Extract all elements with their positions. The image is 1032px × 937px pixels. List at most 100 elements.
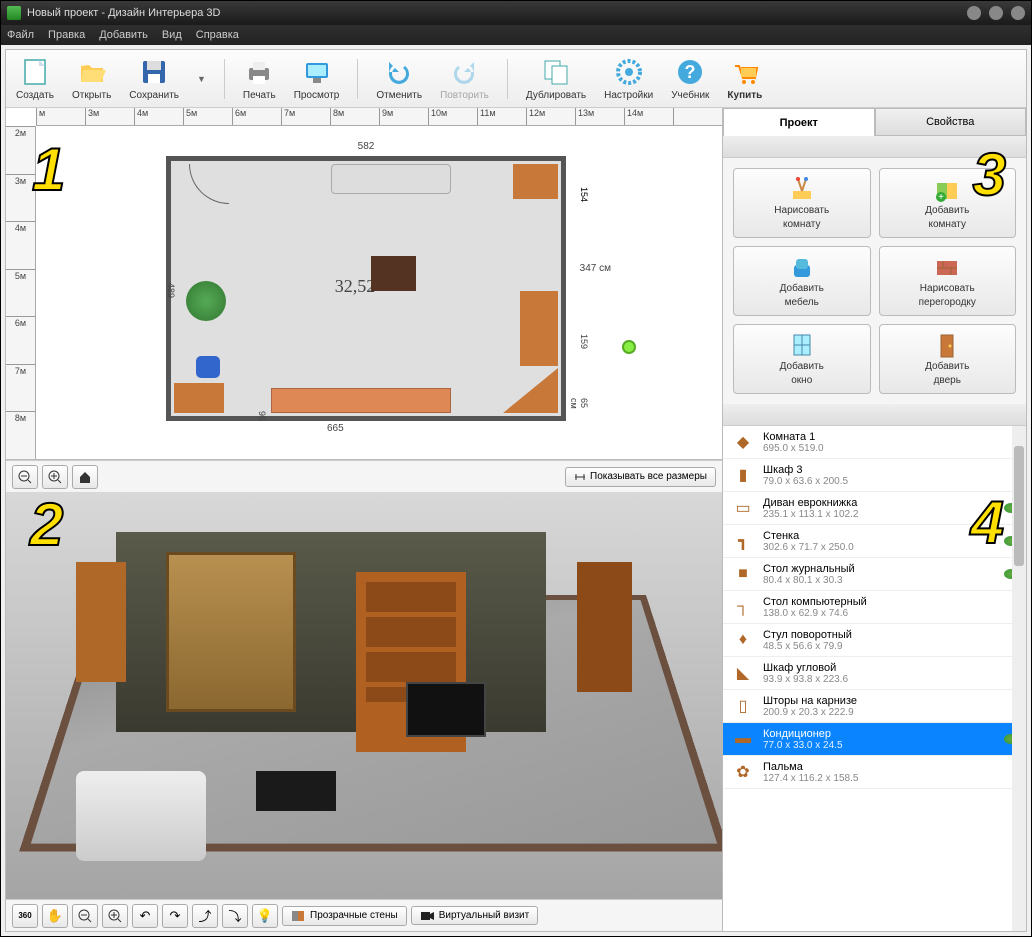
dimension-bl: 95: [257, 411, 267, 421]
rotate-360-button[interactable]: 360: [12, 904, 38, 928]
virtual-visit-button[interactable]: Виртуальный визит: [411, 906, 539, 925]
object-name: Пальма: [763, 761, 1018, 773]
object-list: ◆Комната 1695.0 x 519.0▮Шкаф 379.0 x 63.…: [723, 426, 1026, 931]
object-icon: ┓: [731, 529, 755, 553]
sofa-bottom-plan[interactable]: [271, 388, 451, 413]
list-item[interactable]: ✿Пальма127.4 x 116.2 x 158.5: [723, 756, 1026, 789]
camera-icon: [420, 911, 434, 921]
minimize-button[interactable]: [967, 6, 981, 20]
pan-button[interactable]: ✋: [42, 904, 68, 928]
tilt-up-button[interactable]: ⤴: [192, 904, 218, 928]
dimension-right-1: 154: [579, 187, 589, 202]
duplicate-button[interactable]: Дублировать: [526, 56, 586, 101]
menu-help[interactable]: Справка: [196, 29, 239, 41]
table-plan[interactable]: [371, 256, 416, 291]
titlebar: Новый проект - Дизайн Интерьера 3D: [1, 1, 1031, 25]
help-button[interactable]: ?Учебник: [671, 56, 709, 101]
object-dims: 200.9 x 20.3 x 222.9: [763, 707, 1018, 718]
menu-edit[interactable]: Правка: [48, 29, 85, 41]
dimension-bottom: 665: [327, 423, 344, 434]
list-item[interactable]: ▯Шторы на карнизе200.9 x 20.3 x 222.9: [723, 690, 1026, 723]
zoom-out-3d-button[interactable]: [72, 904, 98, 928]
object-dims: 77.0 x 33.0 x 24.5: [763, 740, 996, 751]
plant-plan[interactable]: [186, 281, 226, 321]
close-button[interactable]: [1011, 6, 1025, 20]
zoom-out-button[interactable]: [12, 465, 38, 489]
room-area-label: 32,52: [335, 276, 376, 297]
add-room-button[interactable]: +Добавитькомнату: [879, 168, 1017, 238]
wardrobe2-plan[interactable]: [520, 291, 558, 366]
list-item[interactable]: ■Стол журнальный80.4 x 80.1 x 30.3: [723, 558, 1026, 591]
corner-desk-plan[interactable]: [503, 368, 558, 413]
transparent-walls-button[interactable]: Прозрачные стены: [282, 906, 407, 926]
draw-room-button[interactable]: Нарисоватькомнату: [733, 168, 871, 238]
create-button[interactable]: Создать: [16, 56, 54, 101]
list-item[interactable]: ▬Кондиционер77.0 x 33.0 x 24.5: [723, 723, 1026, 756]
menu-view[interactable]: Вид: [162, 29, 182, 41]
save-button[interactable]: Сохранить: [129, 56, 179, 101]
tab-properties[interactable]: Свойства: [875, 108, 1027, 136]
object-icon: ▮: [731, 463, 755, 487]
scrollbar-thumb[interactable]: [1014, 446, 1024, 566]
print-button[interactable]: Печать: [243, 56, 276, 101]
object-name: Стол журнальный: [763, 563, 996, 575]
add-window-button[interactable]: Добавитьокно: [733, 324, 871, 394]
list-item[interactable]: ◆Комната 1695.0 x 519.0: [723, 426, 1026, 459]
list-item[interactable]: ┓Стенка302.6 x 71.7 x 250.0: [723, 525, 1026, 558]
list-item[interactable]: ▭Диван еврокнижка235.1 x 113.1 x 102.2: [723, 492, 1026, 525]
desk-plan[interactable]: [174, 383, 224, 413]
room-outline[interactable]: 582 347 см 159 65 см 154 665 95 489 32,5…: [166, 156, 566, 421]
rotate-right-button[interactable]: ↷: [162, 904, 188, 928]
lighting-button[interactable]: 💡: [252, 904, 278, 928]
wall-icon: [291, 910, 305, 922]
maximize-button[interactable]: [989, 6, 1003, 20]
sofa-top-plan[interactable]: [331, 164, 451, 194]
wardrobe-plan[interactable]: [513, 164, 558, 199]
object-name: Стол компьютерный: [763, 596, 1018, 608]
add-furniture-button[interactable]: Добавитьмебель: [733, 246, 871, 316]
resize-handle[interactable]: [622, 340, 636, 354]
preview-button[interactable]: Просмотр: [294, 56, 340, 101]
zoom-in-button[interactable]: [42, 465, 68, 489]
scrollbar[interactable]: [1012, 426, 1026, 931]
object-name: Стул поворотный: [763, 629, 1018, 641]
list-item[interactable]: ┐Стол компьютерный138.0 x 62.9 x 74.6: [723, 591, 1026, 624]
tab-project[interactable]: Проект: [723, 108, 875, 136]
home-button[interactable]: [72, 465, 98, 489]
toolbar: Создать Открыть Сохранить ▼ Печать Просм…: [6, 50, 1026, 108]
dimensions-icon: [574, 471, 586, 483]
redo-button[interactable]: Повторить: [440, 56, 489, 101]
menu-file[interactable]: Файл: [7, 29, 34, 41]
tilt-down-button[interactable]: ⤵: [222, 904, 248, 928]
actions-header: [723, 136, 1026, 158]
plan-2d-view[interactable]: м3м4м5м6м7м8м9м10м11м12м13м14м 2м3м4м5м6…: [6, 108, 722, 460]
buy-button[interactable]: Купить: [727, 56, 762, 101]
list-item[interactable]: ◣Шкаф угловой93.9 x 93.8 x 223.6: [723, 657, 1026, 690]
object-dims: 127.4 x 116.2 x 158.5: [763, 773, 1018, 784]
list-item[interactable]: ♦Стул поворотный48.5 x 56.6 x 79.9: [723, 624, 1026, 657]
settings-button[interactable]: Настройки: [604, 56, 653, 101]
rotate-left-button[interactable]: ↶: [132, 904, 158, 928]
undo-button[interactable]: Отменить: [376, 56, 422, 101]
ruler-vertical: 2м3м4м5м6м7м8м: [6, 126, 36, 459]
plan-toolbar: Показывать все размеры: [6, 460, 722, 492]
show-dimensions-button[interactable]: Показывать все размеры: [565, 467, 716, 487]
door-plan[interactable]: [189, 164, 229, 204]
object-dims: 48.5 x 56.6 x 79.9: [763, 641, 1018, 652]
draw-wall-button[interactable]: Нарисоватьперегородку: [879, 246, 1017, 316]
open-button[interactable]: Открыть: [72, 56, 111, 101]
object-name: Комната 1: [763, 431, 1018, 443]
svg-text:?: ?: [685, 62, 696, 82]
view3d-toolbar: 360 ✋ ↶ ↷ ⤴ ⤵ 💡 Прозрачные стены Виртуал…: [6, 899, 722, 931]
dimension-top: 582: [358, 141, 375, 152]
list-item[interactable]: ▮Шкаф 379.0 x 63.6 x 200.5: [723, 459, 1026, 492]
add-door-button[interactable]: Добавитьдверь: [879, 324, 1017, 394]
chair-plan[interactable]: [196, 356, 220, 378]
object-dims: 138.0 x 62.9 x 74.6: [763, 608, 1018, 619]
object-icon: ◣: [731, 661, 755, 685]
zoom-in-3d-button[interactable]: [102, 904, 128, 928]
save-dropdown[interactable]: ▼: [197, 74, 206, 84]
dimension-right-2: 159: [579, 334, 589, 349]
view-3d[interactable]: 360 ✋ ↶ ↷ ⤴ ⤵ 💡 Прозрачные стены Виртуал…: [6, 492, 722, 931]
menu-add[interactable]: Добавить: [99, 29, 148, 41]
